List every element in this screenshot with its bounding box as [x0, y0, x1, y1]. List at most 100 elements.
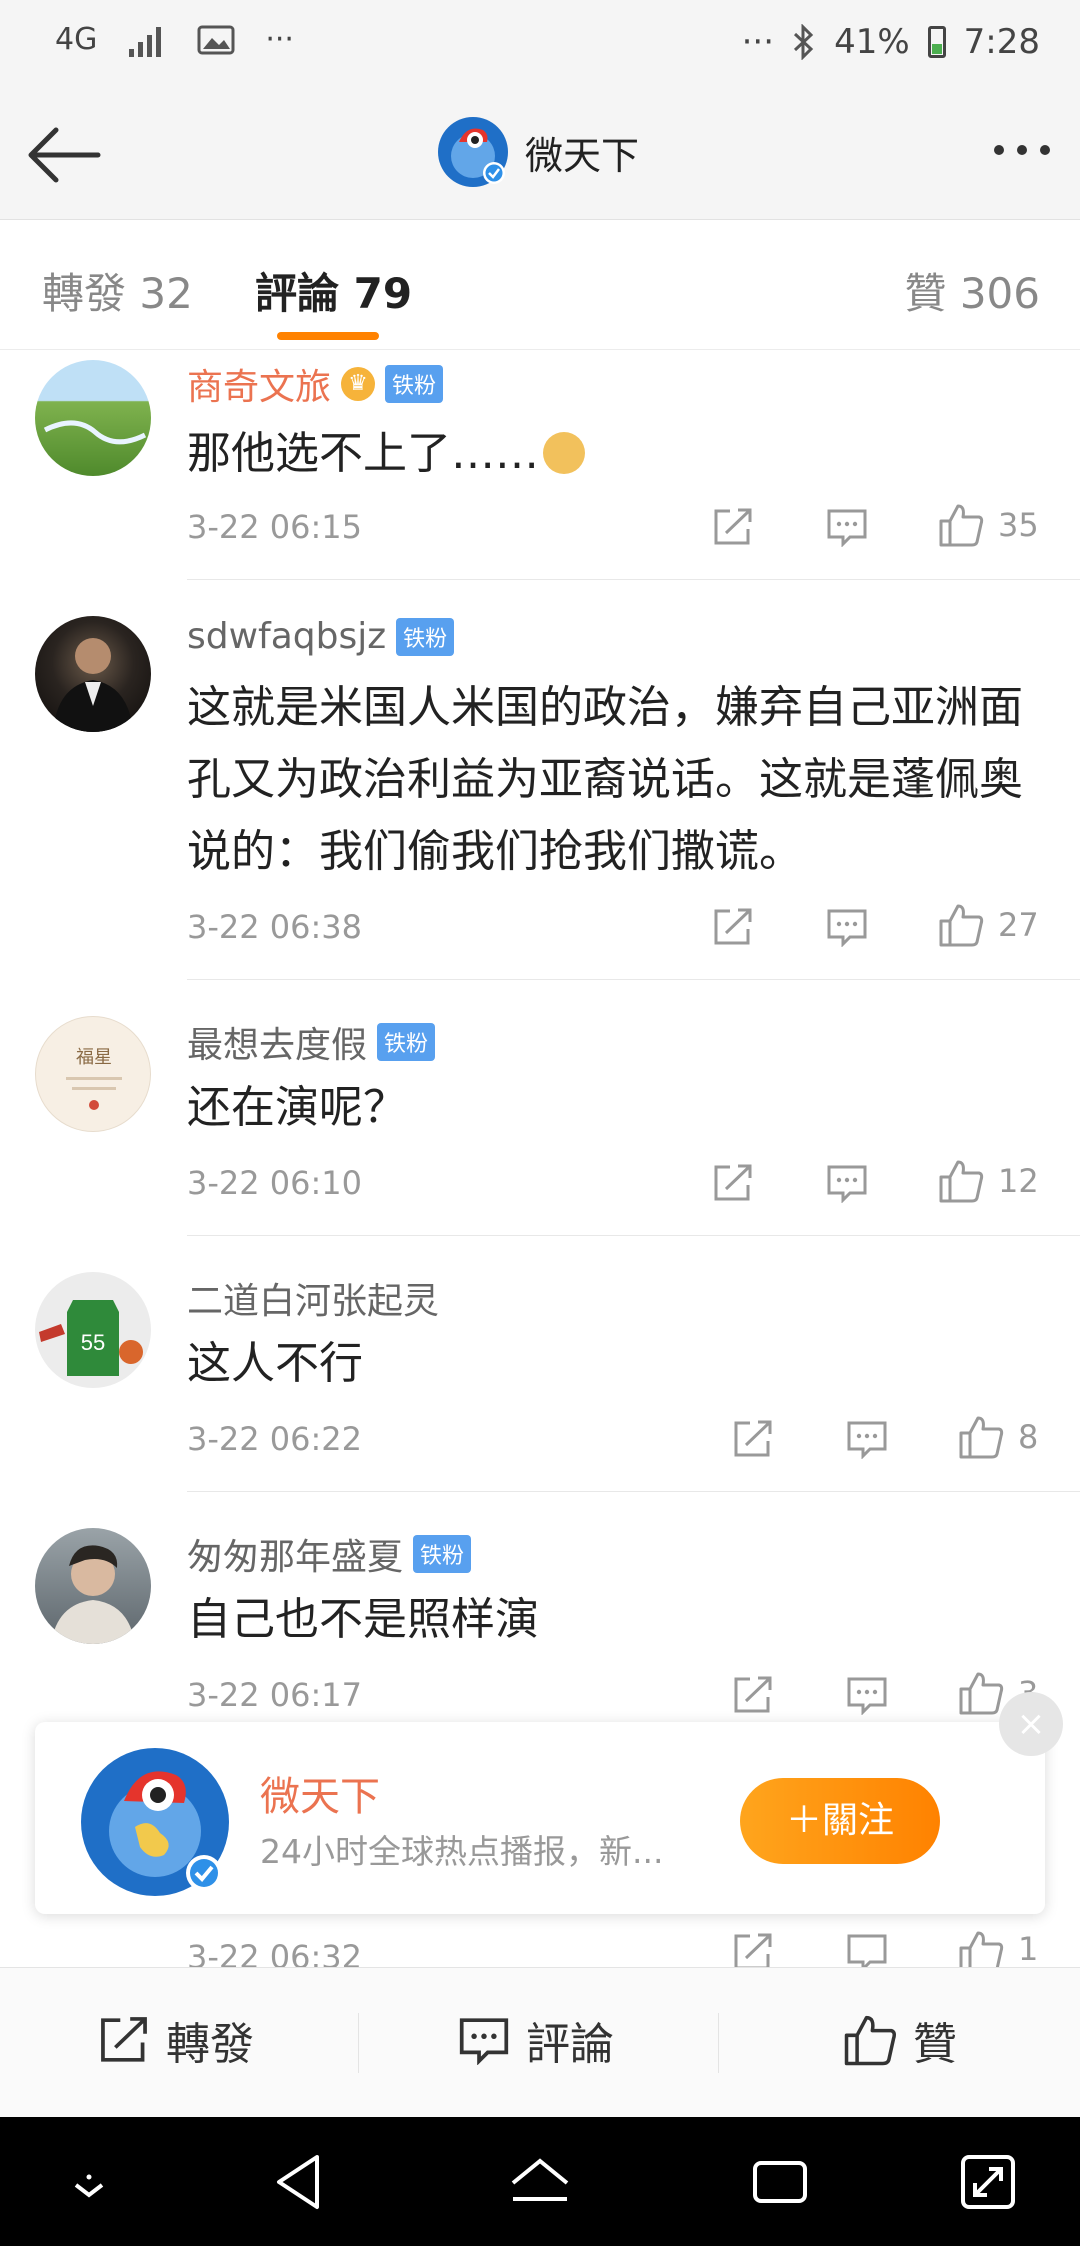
bottom-action-bar: 轉發 評論 贊: [0, 1967, 1080, 2117]
account-header[interactable]: 微天下: [437, 116, 639, 188]
weitianxia-logo-icon: [438, 117, 508, 187]
comment-item: 福星 最想去度假 铁粉 还在演呢？ 3-22 06:10 12: [0, 980, 1080, 1236]
comment-icon[interactable]: [846, 1932, 888, 1967]
repost-icon[interactable]: [712, 902, 754, 952]
like-button[interactable]: 35: [938, 500, 1039, 550]
signal-icon: [129, 26, 162, 57]
repost-button[interactable]: 轉發: [98, 2008, 254, 2072]
thumbs-up-icon: [844, 2015, 897, 2066]
comment-time: 3-22 06:17: [187, 1676, 363, 1714]
comment-icon[interactable]: [826, 1158, 868, 1208]
network-type: 4G: [55, 22, 98, 57]
repost-label: 轉發: [166, 2019, 254, 2070]
like-button[interactable]: 27: [938, 900, 1039, 950]
account-avatar[interactable]: [437, 116, 509, 188]
repost-icon[interactable]: [732, 1414, 774, 1464]
fan-badge: 铁粉: [385, 365, 444, 403]
card-avatar[interactable]: [80, 1747, 230, 1897]
like-button[interactable]: 8: [958, 1412, 1038, 1462]
status-bar: 4G ··· ··· 41% 7:28: [0, 0, 1080, 90]
crown-icon: ♛: [341, 367, 376, 401]
repost-icon[interactable]: [712, 1158, 754, 1208]
comment-icon[interactable]: [846, 1670, 888, 1720]
follow-button[interactable]: ＋關注: [740, 1778, 940, 1864]
comment-author[interactable]: 匆匆那年盛夏: [187, 1528, 403, 1580]
like-count: 27: [998, 906, 1039, 944]
comment-author[interactable]: 商奇文旅: [187, 358, 331, 410]
fan-badge: 铁粉: [377, 1023, 436, 1061]
avatar[interactable]: [35, 616, 151, 732]
like-count: 8: [1018, 1418, 1039, 1456]
comment-item: 商奇文旅 ♛ 铁粉 那他选不上了…… 3-22 06:15 35: [0, 350, 1080, 580]
close-icon[interactable]: ×: [999, 1692, 1063, 1756]
weitianxia-logo-icon: [81, 1748, 229, 1896]
back-arrow-icon[interactable]: [26, 120, 106, 190]
image-icon: [197, 25, 235, 54]
comment-text: 还在演呢？: [187, 1082, 407, 1133]
repost-icon: [101, 2017, 147, 2062]
follow-suggestion-card[interactable]: 微天下 24小时全球热点播报，新... ＋關注 ×: [35, 1692, 1063, 1914]
comment-icon[interactable]: [826, 502, 868, 552]
divider: [358, 2013, 359, 2073]
more-options-icon[interactable]: [994, 145, 1050, 155]
system-nav-bar: [0, 2117, 1080, 2246]
comment-item: 匆匆那年盛夏 铁粉 自己也不是照样演 3-22 06:17 3: [0, 1492, 1080, 1722]
divider: [718, 2013, 719, 2073]
clock: 7:28: [963, 22, 1040, 62]
comment-text: 那他选不上了……: [187, 418, 1057, 490]
nav-bar: 微天下: [0, 90, 1080, 220]
fan-badge: 铁粉: [413, 1535, 472, 1573]
comment-text: 自己也不是照样演: [187, 1594, 539, 1645]
tab-reposts[interactable]: 轉發 32: [42, 260, 193, 321]
expand-icon[interactable]: [953, 2149, 1023, 2215]
battery-percent: 41%: [834, 22, 910, 62]
comment-text: 这就是米国人米国的政治，嫌弃自己亚洲面孔又为政治利益为亚裔说话。这就是蓬佩奥说的…: [187, 682, 1023, 877]
tab-likes[interactable]: 贊 306: [904, 260, 1040, 321]
thumbs-up-icon: [959, 1416, 1004, 1459]
battery-icon: [927, 26, 946, 58]
thumbs-up-icon: [939, 1160, 984, 1203]
repost-icon[interactable]: [732, 1670, 774, 1720]
fan-badge: 铁粉: [396, 617, 455, 656]
comment-time: 3-22 06:22: [187, 1420, 363, 1458]
page-title: 微天下: [525, 133, 640, 178]
back-icon[interactable]: [265, 2149, 335, 2215]
repost-icon[interactable]: [732, 1932, 774, 1967]
like-count: 35: [998, 506, 1039, 544]
avatar[interactable]: [35, 360, 151, 476]
avatar[interactable]: 福星: [35, 1016, 151, 1132]
comment-icon[interactable]: [826, 902, 868, 952]
active-tab-indicator: [277, 332, 379, 340]
tab-comments[interactable]: 評論 79: [255, 260, 412, 321]
like-count: 1: [1018, 1930, 1039, 1967]
like-button[interactable]: 1: [958, 1930, 1038, 1967]
bluetooth-icon: [794, 24, 814, 60]
like-button[interactable]: 贊: [843, 2008, 957, 2072]
comment-label: 評論: [526, 2019, 614, 2070]
home-icon[interactable]: [505, 2149, 575, 2215]
thumbs-up-icon: [959, 1931, 1004, 1967]
comment-author[interactable]: 最想去度假: [187, 1016, 367, 1068]
comment-author[interactable]: 二道白河张起灵: [187, 1272, 439, 1324]
doge-emoji-icon: [543, 432, 585, 474]
comment-button[interactable]: 評論: [458, 2008, 614, 2072]
avatar[interactable]: [35, 1528, 151, 1644]
comment-author[interactable]: sdwfaqbsjz: [187, 616, 386, 657]
tab-bar: 轉發 32 評論 79 贊 306: [0, 220, 1080, 350]
svg-text:福星: 福星: [76, 1047, 112, 1067]
thumbs-up-icon: [939, 504, 984, 547]
card-account-name[interactable]: 微天下: [260, 1764, 380, 1822]
comment-time: 3-22 06:15: [187, 508, 363, 546]
recent-apps-icon[interactable]: [745, 2149, 815, 2215]
comment-item: sdwfaqbsjz 铁粉 这就是米国人米国的政治，嫌弃自己亚洲面孔又为政治利益…: [0, 580, 1080, 980]
like-button[interactable]: 12: [938, 1156, 1039, 1206]
thumbs-up-icon: [939, 904, 984, 947]
comment-icon: [459, 2018, 509, 2065]
comment-icon[interactable]: [846, 1414, 888, 1464]
avatar[interactable]: 55: [35, 1272, 151, 1388]
chevron-down-icon[interactable]: [54, 2149, 124, 2215]
comment-time: 3-22 06:38: [187, 908, 363, 946]
repost-icon[interactable]: [712, 502, 754, 552]
notification-more: ···: [265, 22, 294, 57]
like-label: 贊: [913, 2019, 957, 2070]
